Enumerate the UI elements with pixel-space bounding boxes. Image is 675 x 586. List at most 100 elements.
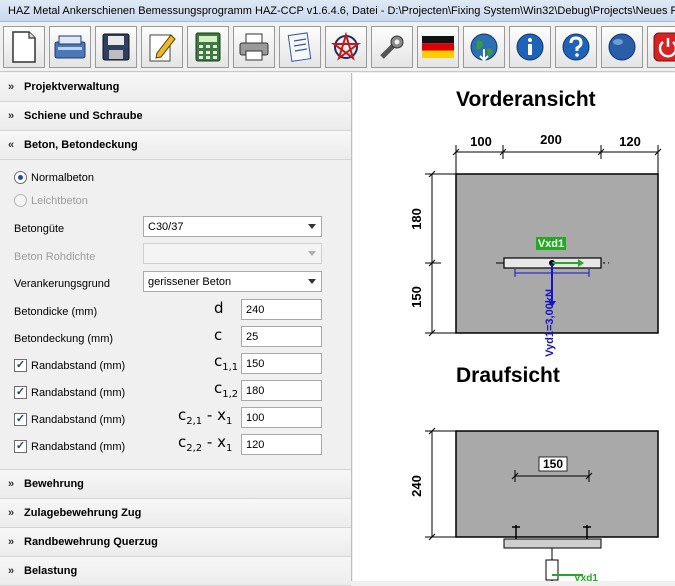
- checkbox-label: Randabstand (mm): [31, 413, 126, 426]
- scanner-icon: [54, 35, 86, 58]
- section-schiene-schraube[interactable]: » Schiene und Schraube: [0, 102, 351, 131]
- radio-button[interactable]: [14, 194, 27, 207]
- update-button[interactable]: [463, 25, 505, 68]
- rohdichte-label: Beton Rohdichte: [14, 251, 96, 263]
- pentagram-button[interactable]: [325, 25, 367, 68]
- new-document-button[interactable]: [3, 25, 45, 68]
- help-button[interactable]: [555, 25, 597, 68]
- report-icon: [287, 31, 312, 62]
- top-dimension-lines: [425, 427, 456, 541]
- chevron-double-right-icon: »: [8, 478, 15, 490]
- section-label: Belastung: [24, 565, 78, 577]
- verankerungsgrund-select[interactable]: gerissener Beton: [143, 271, 322, 292]
- dropdown-arrow-icon: [308, 251, 316, 256]
- tools-button[interactable]: [371, 25, 413, 68]
- section-beton[interactable]: « Beton, Betondeckung: [0, 131, 351, 160]
- printer-icon: [239, 33, 269, 60]
- chevron-double-right-icon: »: [8, 110, 15, 122]
- verankerungsgrund-label: Verankerungsgrund: [14, 278, 111, 290]
- german-flag-icon: [422, 35, 454, 58]
- chevron-double-right-icon: »: [8, 565, 15, 577]
- section-randbewehrung[interactable]: » Randbewehrung Querzug: [0, 528, 351, 557]
- randabstand-4-input[interactable]: 120: [241, 434, 322, 455]
- randabstand-3-input[interactable]: 100: [241, 407, 322, 428]
- radio-label: Normalbeton: [31, 171, 94, 184]
- info-button[interactable]: [509, 25, 551, 68]
- randabstand-2-input[interactable]: 180: [241, 380, 322, 401]
- exit-button[interactable]: [647, 25, 675, 68]
- randabstand-2-row[interactable]: ✓ Randabstand (mm): [14, 386, 125, 399]
- betonguete-label: Betongüte: [14, 223, 65, 235]
- info-icon: [516, 33, 544, 60]
- randabstand-3-checkbox[interactable]: ✓: [14, 413, 27, 426]
- rohdichte-select[interactable]: [143, 243, 322, 264]
- rail-top-view: [503, 538, 602, 549]
- drawing-panel: Vorderansicht Draufsicht 100 200 120 180…: [353, 73, 675, 581]
- language-button[interactable]: [417, 25, 459, 68]
- dim-200-label: 200: [540, 132, 562, 147]
- input-value: 100: [246, 411, 265, 424]
- dim-150-top-label: 150: [543, 457, 563, 471]
- checkbox-label: Randabstand (mm): [31, 440, 126, 453]
- c12-symbol: c1,2: [214, 379, 239, 400]
- randabstand-4-row[interactable]: ✓ Randabstand (mm): [14, 440, 125, 453]
- input-value: 180: [246, 384, 265, 397]
- betondicke-input[interactable]: 240: [241, 299, 322, 320]
- bolt-head: [545, 559, 559, 581]
- randabstand-4-checkbox[interactable]: ✓: [14, 440, 27, 453]
- section-label: Zulagebewehrung Zug: [24, 507, 142, 519]
- section-bewehrung[interactable]: » Bewehrung: [0, 470, 351, 499]
- section-zulagebewehrung[interactable]: » Zulagebewehrung Zug: [0, 499, 351, 528]
- help-icon: [562, 33, 590, 60]
- calculator-button[interactable]: [187, 25, 229, 68]
- dim-180-label: 180: [409, 208, 424, 230]
- dim-150-label: 150: [409, 286, 424, 308]
- section-belastung[interactable]: » Belastung: [0, 557, 351, 586]
- load-label-vxd1: Vxd1: [538, 238, 564, 250]
- globe-download-icon: [470, 33, 498, 61]
- chevron-double-down-icon: «: [8, 139, 15, 151]
- randabstand-3-row[interactable]: ✓ Randabstand (mm): [14, 413, 125, 426]
- section-label: Bewehrung: [24, 478, 84, 490]
- randabstand-1-row[interactable]: ✓ Randabstand (mm): [14, 359, 125, 372]
- radio-leichtbeton[interactable]: Leichtbeton: [14, 194, 88, 207]
- radio-label: Leichtbeton: [31, 194, 88, 207]
- web-button[interactable]: [601, 25, 643, 68]
- betondeckung-input[interactable]: 25: [241, 326, 322, 347]
- main-toolbar: [0, 22, 675, 72]
- beton-section-body: Normalbeton Leichtbeton Betongüte C30/37…: [0, 160, 351, 470]
- scanner-button[interactable]: [49, 25, 91, 68]
- c22-x1-symbol: c2,2 - x1: [178, 433, 233, 454]
- section-label: Projektverwaltung: [24, 81, 120, 93]
- chevron-double-right-icon: »: [8, 507, 15, 519]
- radio-button[interactable]: [14, 171, 27, 184]
- select-value: C30/37: [148, 220, 184, 233]
- c21-x1-symbol: c2,1 - x1: [178, 406, 233, 427]
- section-label: Randbewehrung Querzug: [24, 536, 158, 548]
- front-concrete-block: [455, 173, 659, 334]
- print-button[interactable]: [233, 25, 275, 68]
- randabstand-2-checkbox[interactable]: ✓: [14, 386, 27, 399]
- edit-button[interactable]: [141, 25, 183, 68]
- input-value: 150: [246, 357, 265, 370]
- save-button[interactable]: [95, 25, 137, 68]
- input-panel: » Projektverwaltung » Schiene und Schrau…: [0, 73, 352, 586]
- c11-symbol: c1,1: [214, 352, 239, 373]
- select-value: gerissener Beton: [148, 275, 232, 288]
- randabstand-1-input[interactable]: 150: [241, 353, 322, 374]
- radio-normalbeton[interactable]: Normalbeton: [14, 171, 94, 184]
- checkbox-label: Randabstand (mm): [31, 386, 126, 399]
- betondicke-label: Betondicke (mm): [14, 306, 98, 318]
- dim-100-label: 100: [470, 134, 492, 149]
- dim-120-label: 120: [619, 134, 641, 149]
- calculator-icon: [195, 32, 221, 61]
- report-button[interactable]: [279, 25, 321, 68]
- betonguete-select[interactable]: C30/37: [143, 216, 322, 237]
- randabstand-1-checkbox[interactable]: ✓: [14, 359, 27, 372]
- section-projektverwaltung[interactable]: » Projektverwaltung: [0, 73, 351, 102]
- dim-240-label: 240: [409, 475, 424, 497]
- drawing-canvas: 100 200 120 180 150 Vxd1 Vyd1=3,00kN 240…: [409, 132, 662, 581]
- window-title: HAZ Metal Ankerschienen Bemessungsprogra…: [8, 4, 675, 17]
- pentagram-icon: [330, 31, 362, 61]
- save-disk-icon: [102, 33, 130, 60]
